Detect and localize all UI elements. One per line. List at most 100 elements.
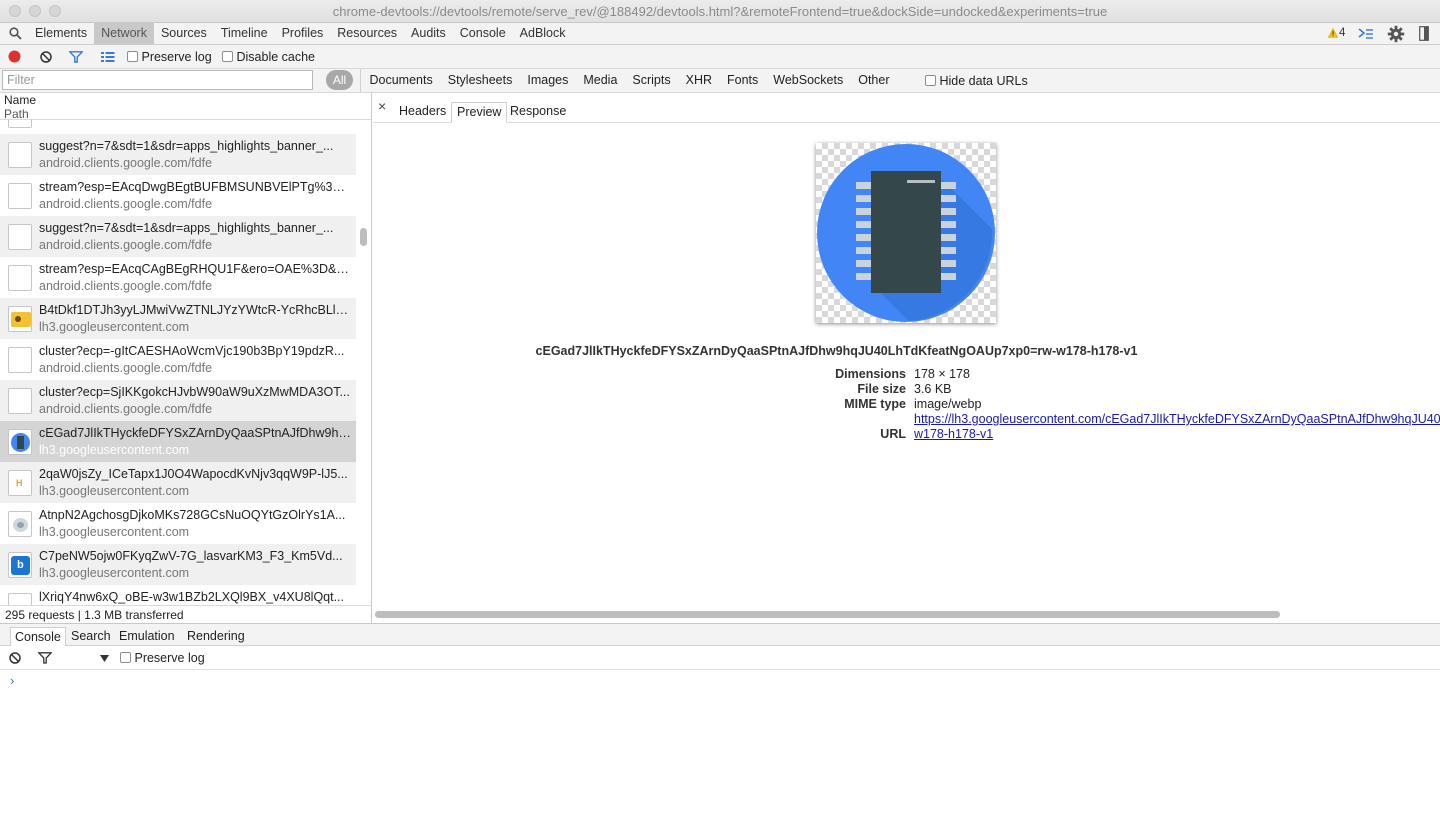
request-name: cEGad7JlIkTHyckfeDFYSxZArnDyQaaSPtnAJfDh… [39, 426, 352, 440]
hide-data-urls-checkbox[interactable]: Hide data URLs [925, 74, 1028, 88]
preview-horizontal-scrollbar[interactable] [375, 611, 1280, 618]
request-name: stream?esp=EAcqCAgBEgRHQU1F&ero=OAE%3D&n… [39, 262, 352, 276]
main-tab-audits[interactable]: Audits [404, 23, 453, 44]
search-icon[interactable] [9, 27, 22, 40]
table-row[interactable]: B4tDkf1DTJh3yyLJMwiVwZTNLJYzYWtcR-YcRhcB… [0, 298, 356, 339]
drawer-toggle-icon[interactable] [1358, 27, 1374, 41]
dimensions-value: 178 × 178 [914, 367, 970, 381]
table-row[interactable]: stream?esp=EAcqCAgBEgRHQU1F&ero=OAE%3D&n… [0, 257, 356, 298]
main-tab-resources[interactable]: Resources [330, 23, 404, 44]
close-detail-icon[interactable]: × [378, 98, 386, 114]
request-name: B4tDkf1DTJh3yyLJMwiVwZTNLJYzYWtcR-YcRhcB… [39, 303, 352, 317]
main-tab-timeline[interactable]: Timeline [214, 23, 275, 44]
console-filter-icon[interactable] [38, 652, 52, 664]
drawer-tab-emulation[interactable]: Emulation [115, 627, 179, 647]
table-row[interactable]: suggest?n=7&sdt=1&sdr=apps_highlights_ba… [0, 216, 356, 257]
resource-type-filters: Documents Stylesheets Images Media Scripts XH… [360, 69, 897, 92]
drawer-tab-search[interactable]: Search [67, 627, 115, 647]
image-file-name: cEGad7JlIkTHyckfeDFYSxZArnDyQaaSPtnAJfDh… [535, 344, 1138, 358]
table-row[interactable]: H 2qaW0jsZy_ICeTapx1J0O4WapocdKvNjv3qqW9P… [0, 462, 356, 503]
drawer-tab-console[interactable]: Console [10, 627, 66, 647]
image-url-link[interactable]: https://lh3.googleusercontent.com/cEGad7… [914, 412, 1440, 426]
record-icon[interactable] [8, 50, 21, 63]
request-list-pane: Name Path lh6.googleusercontent.com/-xpl… [0, 93, 372, 623]
tab-preview[interactable]: Preview [451, 102, 508, 123]
request-thumbnail-blank [8, 388, 32, 414]
clear-icon[interactable] [40, 51, 52, 63]
main-tab-elements[interactable]: Elements [28, 23, 94, 44]
filter-type-images[interactable]: Images [520, 69, 576, 92]
filter-bar: All DocumentsStylesheetsImagesMediaScrip… [0, 69, 1440, 93]
filter-type-fonts[interactable]: Fonts [720, 69, 766, 92]
request-path: android.clients.google.com/fdfe [39, 279, 213, 293]
disable-cache-label: Disable cache [236, 50, 315, 64]
request-name: AtnpN2AgchosgDjkoMKs728GCsNuOQYtGzOlrYs1… [39, 508, 346, 522]
console-preserve-log-box[interactable] [120, 652, 131, 663]
filter-type-stylesheets[interactable]: Stylesheets [440, 69, 520, 92]
filter-icon[interactable] [69, 51, 83, 63]
file-size-value: 3.6 KB [914, 382, 952, 396]
warning-icon[interactable] [1328, 28, 1338, 38]
console-toolbar: Preserve log [0, 646, 1440, 670]
request-path: android.clients.google.com/fdfe [39, 197, 213, 211]
table-row[interactable]: suggest?n=7&sdt=1&sdr=apps_highlights_ba… [0, 134, 356, 175]
request-list-scroll-thumb[interactable] [360, 228, 367, 246]
main-tab-adblock[interactable]: AdBlock [513, 23, 573, 44]
window-titlebar: chrome-devtools://devtools/remote/serve_… [0, 0, 1440, 23]
request-thumbnail-blank [8, 183, 32, 209]
filter-all-button[interactable]: All [326, 70, 353, 90]
main-tab-console[interactable]: Console [453, 23, 513, 44]
name-column-header[interactable]: Name Path [0, 93, 371, 121]
chip-app-icon [817, 144, 995, 322]
table-row[interactable]: cluster?ecp=SjIKKgokcHJvbW90aW9uXzMwMDA3… [0, 380, 356, 421]
network-toolbar: Preserve log Disable cache [0, 45, 1440, 69]
large-rows-icon[interactable] [101, 51, 115, 63]
filter-type-xhr[interactable]: XHR [678, 69, 719, 92]
warning-count[interactable]: 4 [1339, 27, 1345, 39]
network-summary: 295 requests | 1.3 MB transferred [0, 605, 371, 623]
disable-cache-checkbox[interactable]: Disable cache [222, 50, 315, 64]
preserve-log-box[interactable] [127, 51, 138, 62]
request-name: 2qaW0jsZy_ICeTapx1J0O4WapocdKvNjv3qqW9P-… [39, 467, 348, 481]
console-preserve-log-label: Preserve log [134, 651, 205, 665]
hide-data-urls-box[interactable] [925, 75, 936, 86]
main-tab-sources[interactable]: Sources [154, 23, 214, 44]
request-thumbnail-blue: b [8, 552, 32, 578]
filter-input[interactable] [2, 70, 313, 90]
table-row[interactable]: cluster?ecp=-gItCAESHAoWcmVjc190b3BpY19p… [0, 339, 356, 380]
filter-type-websockets[interactable]: WebSockets [766, 69, 851, 92]
name-header[interactable]: Name [4, 93, 36, 107]
tab-headers[interactable]: Headers [394, 102, 451, 123]
request-name: suggest?n=7&sdt=1&sdr=apps_highlights_ba… [39, 221, 334, 235]
disable-cache-box[interactable] [222, 51, 233, 62]
table-row[interactable]: AtnpN2AgchosgDjkoMKs728GCsNuOQYtGzOlrYs1… [0, 503, 356, 544]
preserve-log-checkbox[interactable]: Preserve log [127, 50, 212, 64]
console-preserve-log-checkbox[interactable]: Preserve log [120, 651, 205, 665]
settings-gear-icon[interactable] [1387, 25, 1405, 43]
hide-data-urls-label: Hide data URLs [939, 74, 1028, 88]
dock-side-icon[interactable] [1419, 26, 1429, 41]
request-thumbnail-gray [8, 511, 32, 537]
console-prompt-icon[interactable]: › [10, 673, 14, 688]
request-path: lh3.googleusercontent.com [39, 525, 190, 539]
filter-type-other[interactable]: Other [851, 69, 897, 92]
main-tab-network[interactable]: Network [94, 23, 154, 44]
request-rows: lh6.googleusercontent.com/-xpl1qMgGV1A/A… [0, 102, 356, 623]
table-row-selected[interactable]: cEGad7JlIkTHyckfeDFYSxZArnDyQaaSPtnAJfDh… [0, 421, 356, 462]
detail-tabs: × Headers Preview Response [373, 93, 1440, 123]
filter-type-scripts[interactable]: Scripts [625, 69, 678, 92]
request-list-scrollbar[interactable] [356, 120, 371, 605]
main-tab-profiles[interactable]: Profiles [275, 23, 331, 44]
console-clear-icon[interactable] [9, 652, 21, 664]
path-header[interactable]: Path [4, 107, 29, 121]
image-url-link-continued[interactable]: w178-h178-v1 [914, 427, 993, 441]
window-title: chrome-devtools://devtools/remote/serve_… [332, 4, 1108, 19]
tab-response[interactable]: Response [505, 102, 571, 123]
filter-type-media[interactable]: Media [576, 69, 625, 92]
table-row[interactable]: b C7peNW5ojw0FKyqZwV-7G_lasvarKM3_F3_Km5V… [0, 544, 356, 585]
image-info-values: 178 × 178 3.6 KB image/webp https://lh3.… [914, 367, 1440, 442]
context-dropdown-icon[interactable] [100, 655, 109, 662]
drawer-tab-rendering[interactable]: Rendering [183, 627, 249, 647]
table-row[interactable]: stream?esp=EAcqDwgBEgtBUFBMSUNBVElPTg%3D… [0, 175, 356, 216]
filter-type-documents[interactable]: Documents [362, 69, 440, 92]
